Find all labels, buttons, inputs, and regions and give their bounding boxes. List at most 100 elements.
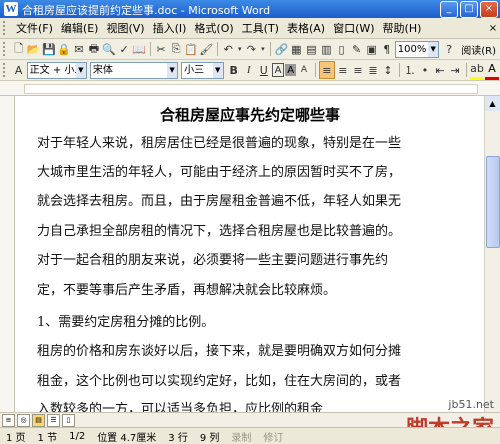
- help-icon[interactable]: ?: [442, 41, 456, 57]
- status-track-changes[interactable]: 修订: [257, 429, 289, 444]
- vertical-scrollbar[interactable]: ▲: [484, 96, 500, 412]
- hyperlink-icon[interactable]: 🔗: [274, 41, 288, 57]
- window-title: 合租房屋应该提前约定些事.doc - Microsoft Word: [22, 4, 271, 17]
- chevron-down-icon[interactable]: ▼: [212, 62, 223, 78]
- zoom-select[interactable]: 100% ▼: [394, 40, 440, 58]
- save-icon[interactable]: 💾: [42, 41, 56, 57]
- reading-view-icon[interactable]: ▯: [62, 413, 75, 427]
- print-layout-icon[interactable]: ▤: [32, 413, 45, 427]
- toolbar-separator: [217, 42, 219, 56]
- columns-icon[interactable]: ▯: [335, 41, 349, 57]
- status-line: 3 行: [168, 432, 188, 444]
- document-line: 力自己承担全部房租的情况下，选择合租房屋也是比较普遍的。: [37, 224, 402, 239]
- toolbar-separator: [150, 42, 152, 56]
- web-view-icon[interactable]: ◎: [17, 413, 30, 427]
- font-size-select[interactable]: 小三 ▼: [181, 61, 224, 79]
- toolbar-separator: [466, 63, 467, 77]
- doc-window-controls: ×: [486, 23, 500, 34]
- toolbar-separator: [399, 63, 400, 77]
- menu-insert[interactable]: 插入(I): [149, 20, 191, 36]
- document-line: 对于年轻人来说，租房居住已经是很普遍的现象，特别是在一些: [37, 136, 402, 151]
- toolbar-separator: [270, 42, 272, 56]
- print-icon[interactable]: 🖶: [87, 41, 101, 57]
- toolbar-grip[interactable]: [3, 42, 8, 56]
- menu-format[interactable]: 格式(O): [190, 20, 237, 36]
- undo-dropdown-icon[interactable]: ▾: [236, 41, 243, 57]
- insert-excel-icon[interactable]: ▥: [319, 41, 333, 57]
- chevron-down-icon[interactable]: ▼: [75, 62, 86, 78]
- style-select[interactable]: 正文 + 小三 ▼: [26, 61, 87, 79]
- menu-file[interactable]: 文件(F): [12, 20, 57, 36]
- line-spacing-icon[interactable]: ↕: [381, 62, 395, 78]
- char-border-icon[interactable]: A: [271, 63, 285, 77]
- spelling-icon[interactable]: ✓: [117, 41, 131, 57]
- show-hide-icon[interactable]: ¶: [380, 41, 394, 57]
- align-right-icon[interactable]: ≡: [351, 62, 365, 78]
- toolbar-grip[interactable]: [3, 63, 8, 77]
- redo-icon[interactable]: ↷: [244, 41, 258, 57]
- menu-help[interactable]: 帮助(H): [379, 20, 426, 36]
- open-folder-icon[interactable]: 📂: [27, 41, 41, 57]
- minimize-button[interactable]: _: [440, 1, 458, 18]
- font-select[interactable]: 宋体 ▼: [89, 61, 179, 79]
- insert-table-icon[interactable]: ▤: [304, 41, 318, 57]
- doc-close-icon[interactable]: ×: [486, 23, 500, 34]
- maximize-button[interactable]: □: [460, 1, 478, 18]
- highlight-icon[interactable]: ab: [469, 61, 485, 80]
- menu-grip[interactable]: [3, 21, 8, 35]
- drawing-icon[interactable]: ✎: [350, 41, 364, 57]
- tables-borders-icon[interactable]: ▦: [289, 41, 303, 57]
- numbering-icon[interactable]: ⒈: [403, 62, 417, 78]
- document-page[interactable]: 合租房屋应事先约定哪些事 对于年轻人来说，租房居住已经是很普遍的现象，特别是在一…: [15, 96, 485, 412]
- underline-button[interactable]: U: [257, 62, 271, 78]
- styles-pane-icon[interactable]: A: [12, 62, 26, 78]
- bold-button[interactable]: B: [227, 62, 241, 78]
- italic-button[interactable]: I: [242, 62, 256, 78]
- scroll-up-icon[interactable]: ▲: [485, 96, 500, 111]
- document-line: 对于一起合租的朋友来说，必须要将一些主要问题进行事先约: [37, 253, 389, 268]
- status-record[interactable]: 录制: [225, 429, 257, 444]
- format-painter-icon[interactable]: 🖌: [199, 41, 213, 57]
- vertical-ruler[interactable]: [0, 96, 15, 412]
- menu-table[interactable]: 表格(A): [283, 20, 329, 36]
- font-color-icon[interactable]: A: [485, 61, 500, 80]
- horizontal-ruler[interactable]: [0, 81, 500, 96]
- window-controls: _ □ ×: [440, 1, 498, 18]
- paste-icon[interactable]: 📋: [184, 41, 198, 57]
- chevron-down-icon[interactable]: ▼: [428, 41, 439, 57]
- redo-dropdown-icon[interactable]: ▾: [259, 41, 266, 57]
- scroll-thumb[interactable]: [486, 156, 500, 248]
- email-icon[interactable]: ✉: [72, 41, 86, 57]
- document-title: 合租房屋应事先约定哪些事: [159, 106, 340, 124]
- reading-layout-button[interactable]: 阅读(R): [457, 41, 500, 58]
- align-left-icon[interactable]: ≡: [318, 61, 335, 79]
- status-page-of: 1/2: [69, 430, 86, 442]
- menu-tools[interactable]: 工具(T): [238, 20, 283, 36]
- research-icon[interactable]: 📖: [132, 41, 146, 57]
- document-map-icon[interactable]: ▣: [365, 41, 379, 57]
- close-button[interactable]: ×: [480, 1, 498, 18]
- cut-icon[interactable]: ✂: [154, 41, 168, 57]
- char-scale-button[interactable]: A: [297, 62, 311, 78]
- char-shading-icon[interactable]: A: [285, 64, 296, 76]
- chevron-down-icon[interactable]: ▼: [167, 62, 178, 78]
- increase-indent-icon[interactable]: ⇥: [448, 62, 462, 78]
- menu-view[interactable]: 视图(V): [102, 20, 148, 36]
- ruler-track: [24, 84, 478, 94]
- align-center-icon[interactable]: ≡: [336, 62, 350, 78]
- normal-view-icon[interactable]: ≡: [2, 413, 15, 427]
- status-position: 位置 4.7厘米: [97, 432, 157, 444]
- undo-icon[interactable]: ↶: [221, 41, 235, 57]
- print-preview-icon[interactable]: 🔍: [102, 41, 116, 57]
- copy-icon[interactable]: ⎘: [169, 41, 183, 57]
- menu-edit[interactable]: 编辑(E): [57, 20, 103, 36]
- permission-icon[interactable]: 🔒: [57, 41, 71, 57]
- bullets-icon[interactable]: •: [418, 62, 432, 78]
- outline-view-icon[interactable]: ☰: [47, 413, 60, 427]
- new-document-icon[interactable]: 🗋: [12, 41, 26, 57]
- formatting-toolbar: A 正文 + 小三 ▼ 宋体 ▼ 小三 ▼ B I U A A A ≡ ≡ ≡ …: [0, 60, 500, 81]
- document-line: 大城市里生活的年轻人，可能由于经济上的原因暂时买不了房，: [37, 165, 402, 180]
- decrease-indent-icon[interactable]: ⇤: [433, 62, 447, 78]
- menu-window[interactable]: 窗口(W): [329, 20, 378, 36]
- justify-icon[interactable]: ≣: [366, 62, 380, 78]
